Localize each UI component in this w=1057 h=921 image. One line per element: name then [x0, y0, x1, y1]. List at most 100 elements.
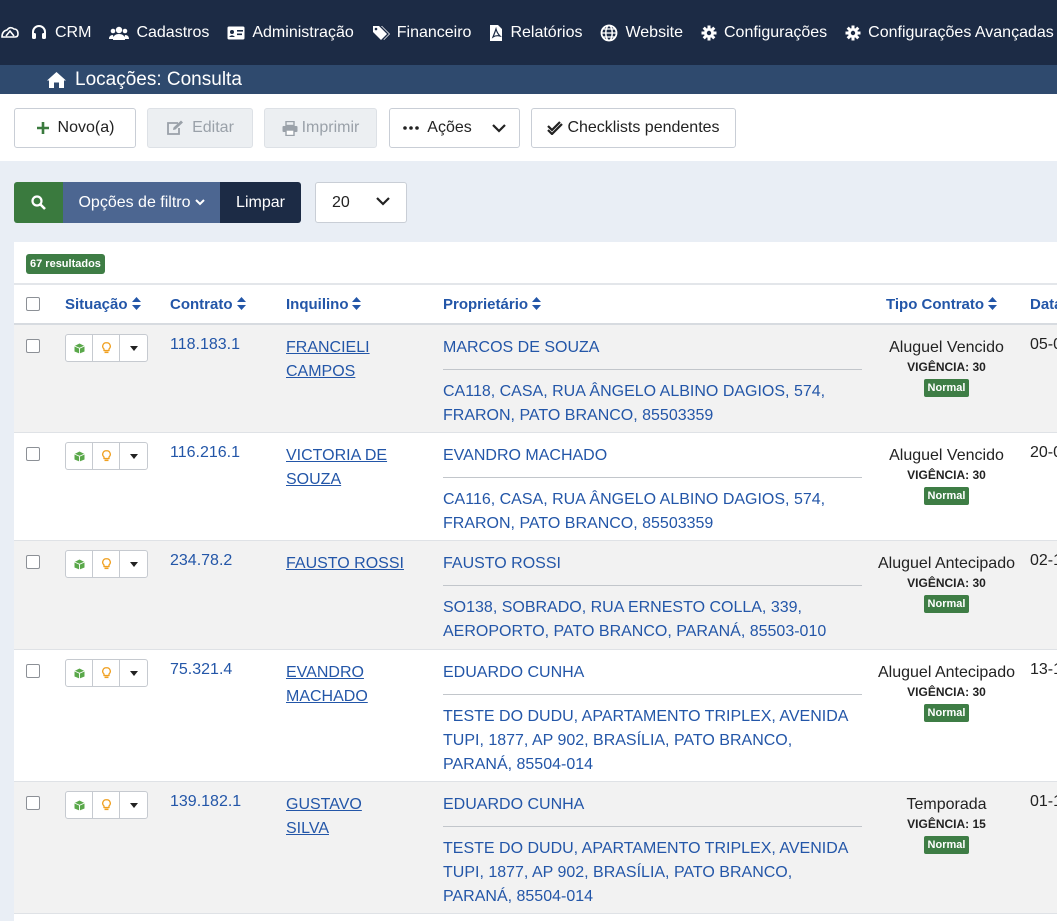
globe-icon — [601, 24, 618, 41]
header-contrato-label: Contrato — [170, 296, 233, 313]
row-checkbox[interactable] — [26, 796, 40, 810]
vigencia-label: VIGÊNCIA: — [907, 576, 970, 590]
row-status-button[interactable] — [66, 443, 93, 469]
inquilino-link[interactable]: FAUSTO ROSSI — [286, 552, 406, 576]
filter-bar: Opções de filtro Limpar — [14, 182, 301, 223]
edit-icon — [167, 120, 184, 135]
row-more-button[interactable] — [120, 660, 147, 686]
row-idea-button[interactable] — [93, 551, 120, 577]
contrato-link[interactable]: 139.182.1 — [170, 793, 241, 811]
row-more-button[interactable] — [120, 792, 147, 818]
contrato-link[interactable]: 75.321.4 — [170, 661, 232, 679]
novo-button-label: Novo(a) — [57, 119, 115, 136]
nav-administracao[interactable]: Administração — [227, 0, 354, 65]
inquilino-link[interactable]: FRANCIELI CAMPOS — [286, 336, 406, 384]
tipo-contrato-cell: Aluguel Vencido VIGÊNCIA: 30 Normal — [878, 336, 1015, 399]
page-title: Locações: Consulta — [75, 68, 242, 90]
row-status-button[interactable] — [66, 660, 93, 686]
vigencia-value: 30 — [972, 360, 986, 374]
proprietario-link[interactable]: EVANDRO MACHADO — [443, 444, 863, 468]
editar-button[interactable]: Editar — [147, 108, 253, 148]
caret-down-icon — [129, 561, 138, 567]
row-status-button[interactable] — [66, 551, 93, 577]
header-tipo-contrato[interactable]: Tipo Contrato — [886, 296, 998, 313]
nav-crm[interactable]: CRM — [30, 0, 91, 65]
home-icon[interactable] — [46, 71, 67, 89]
clear-filter-button[interactable]: Limpar — [220, 182, 301, 223]
row-checkbox[interactable] — [26, 555, 40, 569]
endereco-link[interactable]: TESTE DO DUDU, APARTAMENTO TRIPLEX, AVEN… — [443, 705, 863, 777]
nav-configuracoes[interactable]: Configurações — [701, 0, 827, 65]
nav-configuracoes-avancadas[interactable]: Configurações Avançadas — [845, 0, 1054, 65]
proprietario-link[interactable]: EDUARDO CUNHA — [443, 793, 863, 817]
novo-button[interactable]: Novo(a) — [14, 108, 136, 148]
contrato-link[interactable]: 234.78.2 — [170, 552, 232, 570]
lightbulb-icon — [101, 450, 111, 462]
divider — [443, 477, 862, 478]
tipo-contrato: Aluguel Vencido — [889, 447, 1004, 464]
cube-icon — [73, 800, 85, 810]
row-status-button[interactable] — [66, 792, 93, 818]
imprimir-button[interactable]: Imprimir — [264, 108, 377, 148]
row-idea-button[interactable] — [93, 792, 120, 818]
print-icon — [282, 120, 298, 136]
row-idea-button[interactable] — [93, 335, 120, 361]
per-page-select[interactable]: 20 — [315, 182, 407, 223]
proprietario-link[interactable]: MARCOS DE SOUZA — [443, 336, 863, 360]
header-inquilino[interactable]: Inquilino — [286, 296, 362, 313]
proprietario-link[interactable]: EDUARDO CUNHA — [443, 661, 863, 685]
table-row: 234.78.2 FAUSTO ROSSI FAUSTO ROSSI SO138… — [14, 541, 1057, 650]
logo-icon[interactable] — [0, 0, 20, 65]
chevron-down-icon — [376, 197, 390, 206]
checklists-pendentes-button[interactable]: Checklists pendentes — [531, 108, 736, 148]
table-row: 116.216.1 VICTORIA DE SOUZA EVANDRO MACH… — [14, 433, 1057, 541]
nav-cadastros[interactable]: Cadastros — [109, 0, 209, 65]
inquilino-link[interactable]: GUSTAVO SILVA — [286, 793, 406, 841]
row-checkbox[interactable] — [26, 339, 40, 353]
row-actions — [65, 442, 148, 470]
search-button[interactable] — [14, 182, 63, 223]
row-more-button[interactable] — [120, 443, 147, 469]
row-idea-button[interactable] — [93, 660, 120, 686]
endereco-link[interactable]: CA118, CASA, RUA ÂNGELO ALBINO DAGIOS, 5… — [443, 380, 863, 428]
row-status-button[interactable] — [66, 335, 93, 361]
header-data[interactable]: Data — [1030, 296, 1057, 313]
vigencia-value: 30 — [972, 468, 986, 482]
tipo-contrato: Aluguel Antecipado — [878, 664, 1015, 681]
header-contrato[interactable]: Contrato — [170, 296, 246, 313]
nav-relatorios[interactable]: Relatórios — [489, 0, 582, 65]
row-checkbox[interactable] — [26, 447, 40, 461]
contrato-link[interactable]: 118.183.1 — [170, 336, 240, 354]
proprietario-cell: FAUSTO ROSSI SO138, SOBRADO, RUA ERNESTO… — [443, 552, 863, 644]
inquilino-link[interactable]: VICTORIA DE SOUZA — [286, 444, 406, 492]
select-all-checkbox[interactable] — [26, 297, 40, 311]
proprietario-cell: EDUARDO CUNHA TESTE DO DUDU, APARTAMENTO… — [443, 793, 863, 909]
endereco-link[interactable]: TESTE DO DUDU, APARTAMENTO TRIPLEX, AVEN… — [443, 837, 863, 909]
tipo-contrato-cell: Aluguel Antecipado VIGÊNCIA: 30 Normal — [878, 552, 1015, 615]
header-proprietario[interactable]: Proprietário — [443, 296, 542, 313]
nav-website[interactable]: Website — [600, 0, 683, 65]
toolbar: Novo(a) Editar Imprimir Ações Checklists… — [0, 94, 1057, 161]
header-situacao[interactable]: Situação — [65, 296, 141, 313]
row-idea-button[interactable] — [93, 443, 120, 469]
row-checkbox[interactable] — [26, 664, 40, 678]
vigencia-value: 30 — [972, 576, 986, 590]
nav-financeiro[interactable]: Financeiro — [372, 0, 471, 65]
tipo-contrato: Temporada — [906, 796, 987, 813]
headset-icon — [32, 24, 46, 39]
nav-website-label: Website — [625, 23, 683, 41]
nav-administracao-label: Administração — [252, 23, 354, 41]
acoes-dropdown[interactable]: Ações — [389, 108, 520, 148]
inquilino-link[interactable]: EVANDRO MACHADO — [286, 661, 406, 709]
nav-configuracoes-label: Configurações — [723, 23, 828, 41]
row-more-button[interactable] — [120, 551, 147, 577]
endereco-link[interactable]: SO138, SOBRADO, RUA ERNESTO COLLA, 339, … — [443, 596, 863, 644]
row-actions — [65, 659, 148, 687]
page-title-bar: Locações: Consulta — [0, 65, 1057, 94]
contrato-link[interactable]: 116.216.1 — [170, 444, 240, 462]
filter-options-button[interactable]: Opções de filtro — [63, 182, 220, 223]
proprietario-link[interactable]: FAUSTO ROSSI — [443, 552, 863, 576]
endereco-link[interactable]: CA116, CASA, RUA ÂNGELO ALBINO DAGIOS, 5… — [443, 488, 863, 536]
users-icon — [109, 26, 130, 40]
row-more-button[interactable] — [120, 335, 147, 361]
